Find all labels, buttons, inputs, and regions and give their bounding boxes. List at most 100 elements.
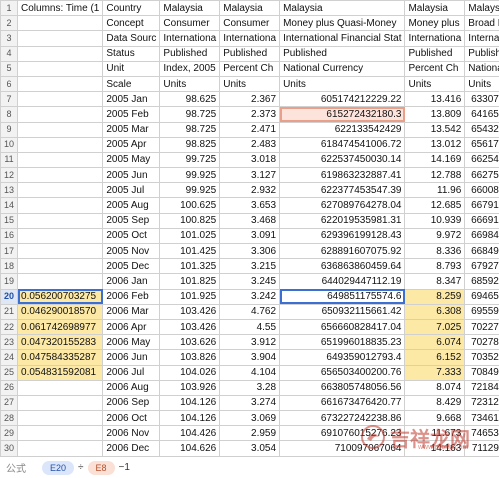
cell[interactable]: 98.825 [159,136,221,153]
cell[interactable]: 667914754 [464,197,499,214]
row-header[interactable]: 3 [0,30,19,47]
cell[interactable]: 3.018 [219,151,281,169]
cell[interactable]: Units [219,75,281,93]
cell[interactable]: 8.336 [404,242,466,260]
row-header[interactable]: 4 [0,45,19,62]
cell[interactable]: 103.426 [159,303,221,320]
cell[interactable]: 2006 Sep [102,394,161,412]
cell[interactable]: 13.809 [404,106,466,123]
cell[interactable]: 8.347 [404,273,466,290]
cell[interactable] [17,167,104,184]
cell[interactable]: 3.28 [219,379,281,396]
cell[interactable]: 104.126 [159,410,221,427]
cell[interactable]: Index, 2005 [159,60,221,77]
cell[interactable]: Columns: Time (1 [17,0,104,17]
cell[interactable]: 104.126 [159,394,221,412]
cell[interactable]: 103.826 [159,349,221,366]
cell[interactable]: 661673476420.77 [279,394,406,412]
cell[interactable]: 662751015 [464,167,499,184]
cell[interactable]: 104.626 [159,440,221,456]
cell[interactable]: Published [219,45,281,62]
formula-ref-token[interactable]: E20 [42,460,75,475]
cell[interactable] [17,394,104,412]
cell[interactable]: 8.429 [404,394,466,412]
cell[interactable]: 3.127 [219,167,281,184]
cell[interactable]: 666917320 [464,212,499,229]
cell[interactable]: 13.542 [404,121,466,138]
cell[interactable]: Units [464,75,499,93]
cell[interactable]: 2005 Nov [102,242,161,260]
cell[interactable]: 10.939 [404,212,466,229]
cell[interactable]: 660089197 [464,182,499,199]
cell[interactable] [17,273,104,290]
cell[interactable]: 3.091 [219,227,281,245]
cell[interactable]: 622133542429 [279,121,406,138]
cell[interactable]: 6.152 [404,349,466,366]
row-header[interactable]: 11 [0,151,19,169]
row-header[interactable]: 19 [0,273,19,290]
cell[interactable]: 2006 Feb [102,288,161,305]
cell[interactable]: Units [159,75,221,93]
cell[interactable] [17,410,104,427]
row-header[interactable]: 6 [0,75,19,93]
row-header[interactable]: 28 [0,410,19,427]
cell[interactable] [17,60,104,77]
cell[interactable]: 3.215 [219,258,281,275]
row-header[interactable]: 14 [0,197,19,214]
cell[interactable]: 103.626 [159,334,221,351]
cell[interactable]: 2006 Nov [102,425,161,442]
cell[interactable] [17,91,104,108]
cell[interactable]: 3.054 [219,440,281,456]
cell[interactable]: 8.259 [404,288,466,305]
cell[interactable]: 3.069 [219,410,281,427]
cell[interactable]: 3.904 [219,349,281,366]
cell[interactable]: 101.025 [159,227,221,245]
cell[interactable]: 104.026 [159,364,221,381]
cell[interactable]: 2006 Mar [102,303,161,320]
cell[interactable]: 100.825 [159,212,221,229]
cell[interactable]: Money plus Quasi-Money [279,15,406,32]
cell[interactable]: 662542317 [464,151,499,169]
cell[interactable]: Malaysia [404,0,466,17]
spreadsheet-grid[interactable]: 1 Columns: Time (1 Country Malaysia Malaysia… [0,0,499,456]
cell[interactable]: 11.96 [404,182,466,199]
cell[interactable]: Published [404,45,466,62]
row-header[interactable]: 16 [0,227,19,245]
cell[interactable]: 656178349 [464,136,499,153]
cell[interactable]: 723129905 [464,394,499,412]
cell[interactable]: 2006 Aug [102,379,161,396]
cell[interactable]: Scale [102,75,161,93]
cell[interactable]: 2006 May [102,334,161,351]
cell[interactable]: 650932115661.42 [279,303,406,320]
cell[interactable]: 13.416 [404,91,466,108]
row-header[interactable]: 2 [0,15,19,32]
row-header[interactable]: 25 [0,364,19,381]
row-header[interactable]: 13 [0,182,19,199]
cell[interactable]: 101.325 [159,258,221,275]
cell[interactable]: 12.788 [404,167,466,184]
cell[interactable]: 656660828417.04 [279,318,406,336]
cell[interactable]: 605174212229.22 [279,91,406,108]
cell[interactable]: Money plus [404,15,466,32]
cell[interactable]: Unit [102,60,161,77]
row-header[interactable]: 21 [0,303,19,320]
cell[interactable]: 636863860459.64 [279,258,406,275]
cell[interactable]: 2005 Mar [102,121,161,138]
row-header[interactable]: 8 [0,106,19,123]
cell[interactable] [17,212,104,229]
cell[interactable]: 656503400200.76 [279,364,406,381]
cell[interactable]: Malaysia [464,0,499,17]
cell[interactable]: 2005 Jul [102,182,161,199]
cell[interactable]: 685921229 [464,273,499,290]
cell[interactable]: 12.685 [404,197,466,214]
row-header[interactable]: 7 [0,91,19,108]
cell[interactable]: 2.959 [219,425,281,442]
cell[interactable]: Malaysia [219,0,281,17]
cell[interactable] [17,136,104,153]
cell[interactable]: 703524934 [464,349,499,366]
cell[interactable]: Units [404,75,466,93]
cell[interactable]: International Financial Stat [279,30,406,47]
row-header[interactable]: 12 [0,167,19,184]
cell[interactable]: 622019535981.31 [279,212,406,229]
cell[interactable]: Published [464,45,499,62]
